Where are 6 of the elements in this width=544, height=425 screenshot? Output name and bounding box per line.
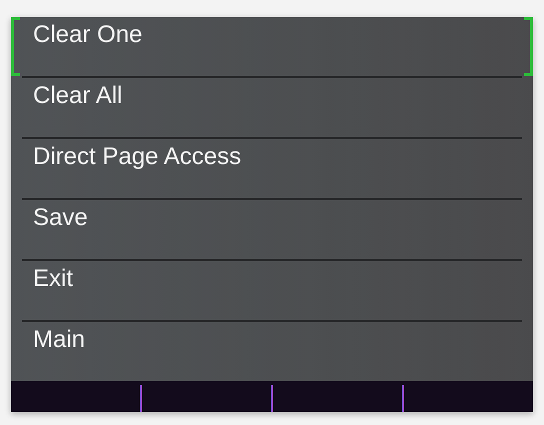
menu-item[interactable]: Main <box>11 322 533 381</box>
menu-item[interactable]: Save <box>11 200 533 259</box>
menu-item[interactable]: Direct Page Access <box>11 139 533 198</box>
menu-item[interactable]: Clear All <box>11 78 533 137</box>
menu-item[interactable]: Exit <box>11 261 533 320</box>
menu-item[interactable]: Clear One <box>11 17 533 76</box>
